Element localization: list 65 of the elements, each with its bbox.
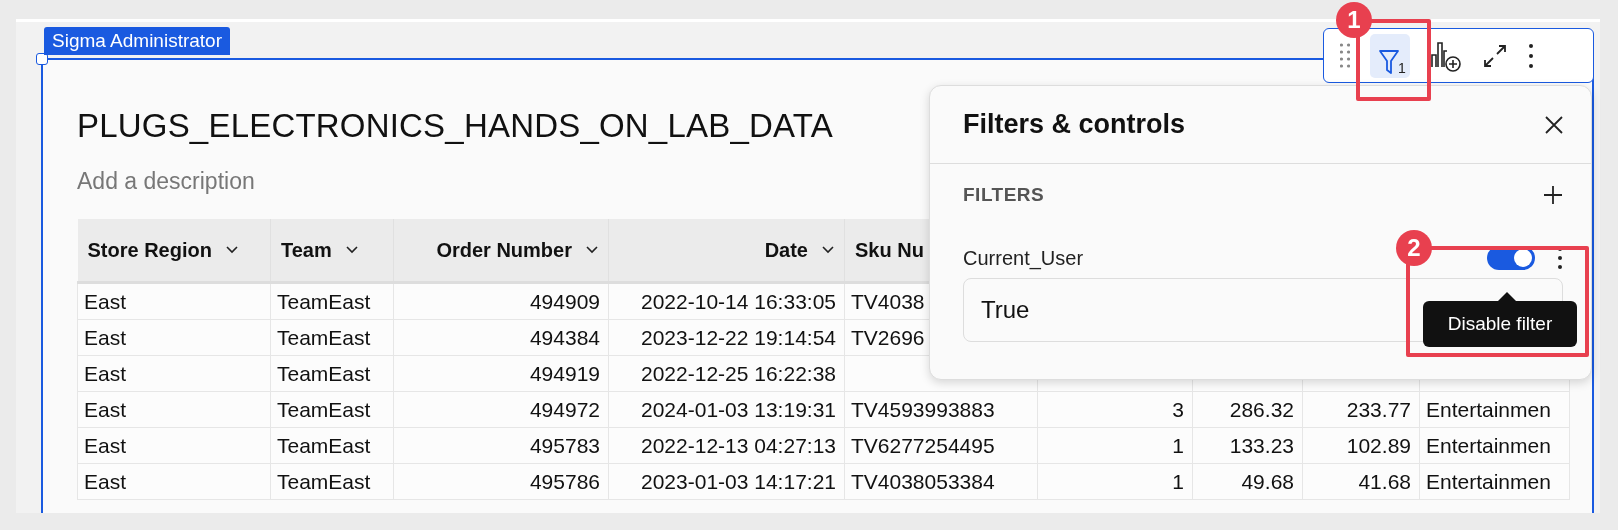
table-cell: TeamEast (277, 469, 371, 493)
table-cell: 494919 (529, 361, 600, 385)
table-cell: 133.23 (1229, 433, 1294, 457)
column-header[interactable]: Sku Nu (855, 238, 924, 262)
table-cell: TeamEast (277, 433, 371, 457)
table-cell: 494384 (529, 325, 600, 349)
tooltip-pointer (1498, 292, 1516, 301)
column-header[interactable]: Date (764, 238, 808, 262)
table-cell: 286.32 (1229, 397, 1294, 421)
table-cell: 2023-01-03 14:17:21 (641, 469, 836, 493)
table-cell: TeamEast (277, 325, 371, 349)
close-icon[interactable] (1545, 115, 1563, 134)
table-cell: TV4593993883 (851, 397, 995, 421)
table-cell: Entertainmen (1426, 397, 1551, 421)
table-cell: TeamEast (277, 397, 371, 421)
table-cell: 495783 (529, 433, 600, 457)
description-field[interactable]: Add a description (77, 168, 255, 195)
table-cell: East (84, 469, 127, 493)
table-cell: 3 (1172, 397, 1184, 421)
table-cell: Entertainmen (1426, 469, 1551, 493)
table-cell: East (84, 325, 127, 349)
table-cell: 49.68 (1241, 469, 1294, 493)
table-cell: 233.77 (1346, 397, 1411, 421)
filter-icon (1378, 47, 1400, 76)
table-cell: 494909 (529, 289, 600, 313)
table-cell: East (84, 397, 127, 421)
table-cell: 102.89 (1346, 433, 1411, 457)
drag-handle-icon[interactable] (1340, 42, 1350, 69)
table-cell: East (84, 289, 127, 313)
tooltip: Disable filter (1423, 301, 1577, 347)
table-cell: 41.68 (1358, 469, 1411, 493)
table-cell: 495786 (529, 469, 600, 493)
chevron-down-icon[interactable] (345, 246, 358, 254)
table-cell: 2022-12-25 16:22:38 (641, 361, 836, 385)
chevron-down-icon[interactable] (225, 246, 238, 254)
table-cell: 2024-01-03 13:19:31 (641, 397, 836, 421)
filter-name: Current_User (963, 246, 1084, 270)
table-cell: TV6277254495 (851, 433, 995, 457)
table-cell: TeamEast (277, 361, 371, 385)
resize-handle[interactable] (36, 53, 48, 65)
step-badge: 1 (1336, 2, 1372, 38)
table-cell: 2023-12-22 19:14:54 (641, 325, 836, 349)
dataset-title: PLUGS_ELECTRONICS_HANDS_ON_LAB_DATA (77, 107, 833, 145)
section-heading: FILTERS (963, 184, 1045, 206)
table-cell: 1 (1172, 433, 1184, 457)
panel-title: Filters & controls (963, 109, 1186, 140)
table-cell: 2022-10-14 16:33:05 (641, 289, 836, 313)
add-icon[interactable] (1543, 185, 1563, 205)
table-cell: East (84, 433, 127, 457)
table-cell: TeamEast (277, 289, 371, 313)
table-cell: Entertainmen (1426, 433, 1551, 457)
chevron-down-icon[interactable] (586, 246, 598, 254)
table-cell: TV4038053384 (851, 469, 995, 493)
table-cell: TV4038 (851, 289, 925, 313)
table-cell: East (84, 361, 127, 385)
table-cell: 494972 (529, 397, 600, 421)
filter-button[interactable]: 1 (1370, 33, 1410, 78)
column-header[interactable]: Team (281, 238, 332, 262)
table-cell: 2022-12-13 04:27:13 (641, 433, 836, 457)
table-cell: TV2696 (851, 325, 925, 349)
more-icon[interactable] (1527, 42, 1534, 69)
table-cell: 1 (1172, 469, 1184, 493)
element-tag: Sigma Administrator (44, 27, 230, 55)
chevron-down-icon[interactable] (822, 246, 834, 254)
expand-icon[interactable] (1481, 42, 1508, 69)
